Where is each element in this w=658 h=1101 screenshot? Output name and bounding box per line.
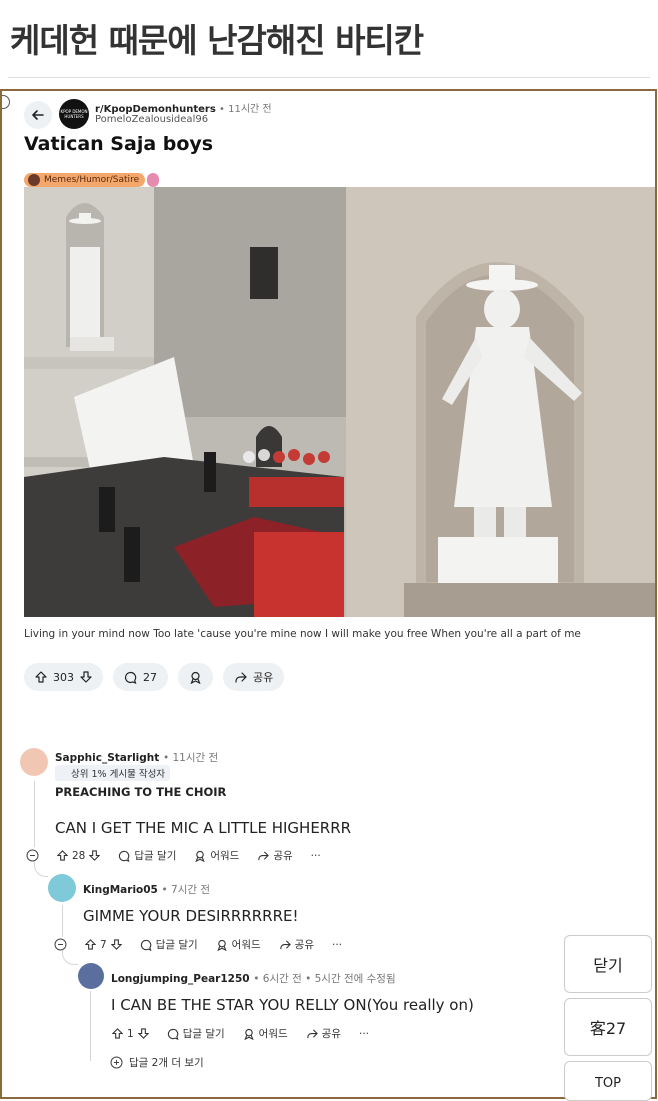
arrow-left-icon — [32, 110, 44, 120]
expand-icon — [110, 1056, 123, 1069]
comment-username[interactable]: Longjumping_Pear1250 • 6시간 전 • 5시간 전에 수정… — [111, 971, 396, 986]
comments-button[interactable]: 27 — [113, 663, 168, 691]
vote-pill: 303 — [24, 663, 103, 691]
post-author[interactable]: PomeloZealousideal96 — [95, 114, 208, 125]
avatar[interactable] — [20, 748, 48, 776]
award-button[interactable]: 어워드 — [216, 937, 261, 952]
collapse-icon — [54, 938, 67, 951]
thread-line — [62, 905, 63, 937]
downvote-icon[interactable] — [137, 1028, 149, 1039]
downvote-icon[interactable] — [110, 939, 122, 950]
post-title: Vatican Saja boys — [24, 133, 214, 155]
comment-icon — [167, 1028, 179, 1040]
award-icon — [217, 939, 227, 951]
comment-username[interactable]: KingMario05 • 7시간 전 — [83, 882, 210, 897]
award-button[interactable] — [178, 663, 213, 691]
comment-icon — [119, 850, 130, 862]
avatar[interactable] — [48, 874, 76, 902]
guest-count-button[interactable]: 客27 — [564, 998, 652, 1056]
share-button[interactable]: 공유 — [306, 1026, 341, 1041]
comment-actions: 28 답글 달기 어워드 공유 ··· — [26, 848, 321, 863]
close-button[interactable]: 닫기 — [564, 935, 652, 993]
thread-line — [90, 991, 91, 1061]
vote-control: 28 — [57, 850, 101, 862]
award-button[interactable]: 어워드 — [194, 848, 239, 863]
reply-button[interactable]: 답글 달기 — [140, 937, 198, 952]
share-button[interactable]: 공유 — [223, 663, 285, 691]
post-body: Living in your mind now Too late 'cause … — [24, 628, 581, 640]
thread-connector — [62, 951, 78, 965]
comment-text: GIMME YOUR DESIRRRRRRE! — [83, 907, 299, 925]
reply-button[interactable]: 답글 달기 — [167, 1026, 225, 1041]
comment-count: 27 — [143, 670, 157, 684]
post-flair[interactable]: Memes/Humor/Satire — [24, 173, 160, 187]
frame-edge-icon — [2, 95, 10, 109]
screenshot-frame: KPOP DEMON HUNTERS r/KpopDemonhunters • … — [0, 89, 657, 1099]
share-button[interactable]: 공유 — [279, 937, 314, 952]
upvote-icon[interactable] — [57, 850, 68, 861]
back-button[interactable] — [24, 101, 52, 129]
page-title: 케데헌 때문에 난감해진 바티칸 — [10, 21, 424, 60]
reply-button[interactable]: 답글 달기 — [118, 848, 176, 863]
share-icon — [235, 671, 247, 683]
upvote-icon[interactable] — [35, 671, 47, 683]
flair-label: Memes/Humor/Satire — [44, 175, 140, 185]
share-label: 공유 — [253, 671, 274, 684]
more-button[interactable]: ··· — [359, 1028, 369, 1040]
subreddit-avatar[interactable]: KPOP DEMON HUNTERS — [59, 99, 89, 129]
flair-icon — [28, 174, 40, 186]
avatar[interactable] — [78, 963, 104, 989]
comment-username[interactable]: Sapphic_Starlight • 11시간 전 — [55, 750, 218, 765]
vote-count: 303 — [53, 670, 74, 684]
top-button[interactable]: TOP — [564, 1061, 652, 1101]
flair-emoji-icon — [147, 173, 160, 187]
upvote-icon[interactable] — [85, 939, 96, 950]
comment-actions: 1 답글 달기 어워드 공유 ··· — [112, 1026, 369, 1041]
share-icon — [258, 850, 270, 860]
comment-heading: PREACHING TO THE CHOIR — [55, 785, 227, 799]
vote-control: 1 — [112, 1028, 149, 1040]
vote-control: 7 — [85, 939, 122, 951]
post-time: • 11시간 전 — [219, 104, 272, 115]
award-icon — [190, 671, 201, 684]
title-divider — [8, 77, 650, 78]
comment-icon — [124, 671, 137, 684]
subreddit-meta: r/KpopDemonhunters • 11시간 전 — [95, 100, 272, 115]
award-button[interactable]: 어워드 — [243, 1026, 288, 1041]
upvote-icon[interactable] — [112, 1028, 123, 1039]
thread-connector — [34, 861, 48, 877]
comment-icon — [140, 939, 152, 951]
more-replies-button[interactable]: 답글 2개 더 보기 — [110, 1055, 204, 1070]
award-icon — [244, 1028, 254, 1040]
thread-line — [34, 781, 35, 847]
share-icon — [306, 1028, 318, 1038]
more-button[interactable]: ··· — [332, 939, 342, 951]
share-button[interactable]: 공유 — [257, 848, 293, 863]
post-action-bar: 303 27 공유 — [24, 663, 285, 691]
share-icon — [279, 939, 291, 949]
more-button[interactable]: ··· — [311, 850, 321, 862]
post-image[interactable] — [24, 187, 655, 617]
award-icon — [195, 850, 205, 862]
downvote-icon[interactable] — [89, 850, 101, 861]
status-badge: 상위 1% 게시물 작성자 — [55, 765, 171, 781]
downvote-icon[interactable] — [80, 671, 92, 683]
collapse-button[interactable] — [54, 938, 67, 951]
comment-text: I CAN BE THE STAR YOU RELLY ON(You reall… — [111, 996, 474, 1014]
comment-actions: 7 답글 달기 어워드 공유 ··· — [54, 937, 342, 952]
comment-text: CAN I GET THE MIC A LITTLE HIGHERRR — [55, 819, 352, 837]
